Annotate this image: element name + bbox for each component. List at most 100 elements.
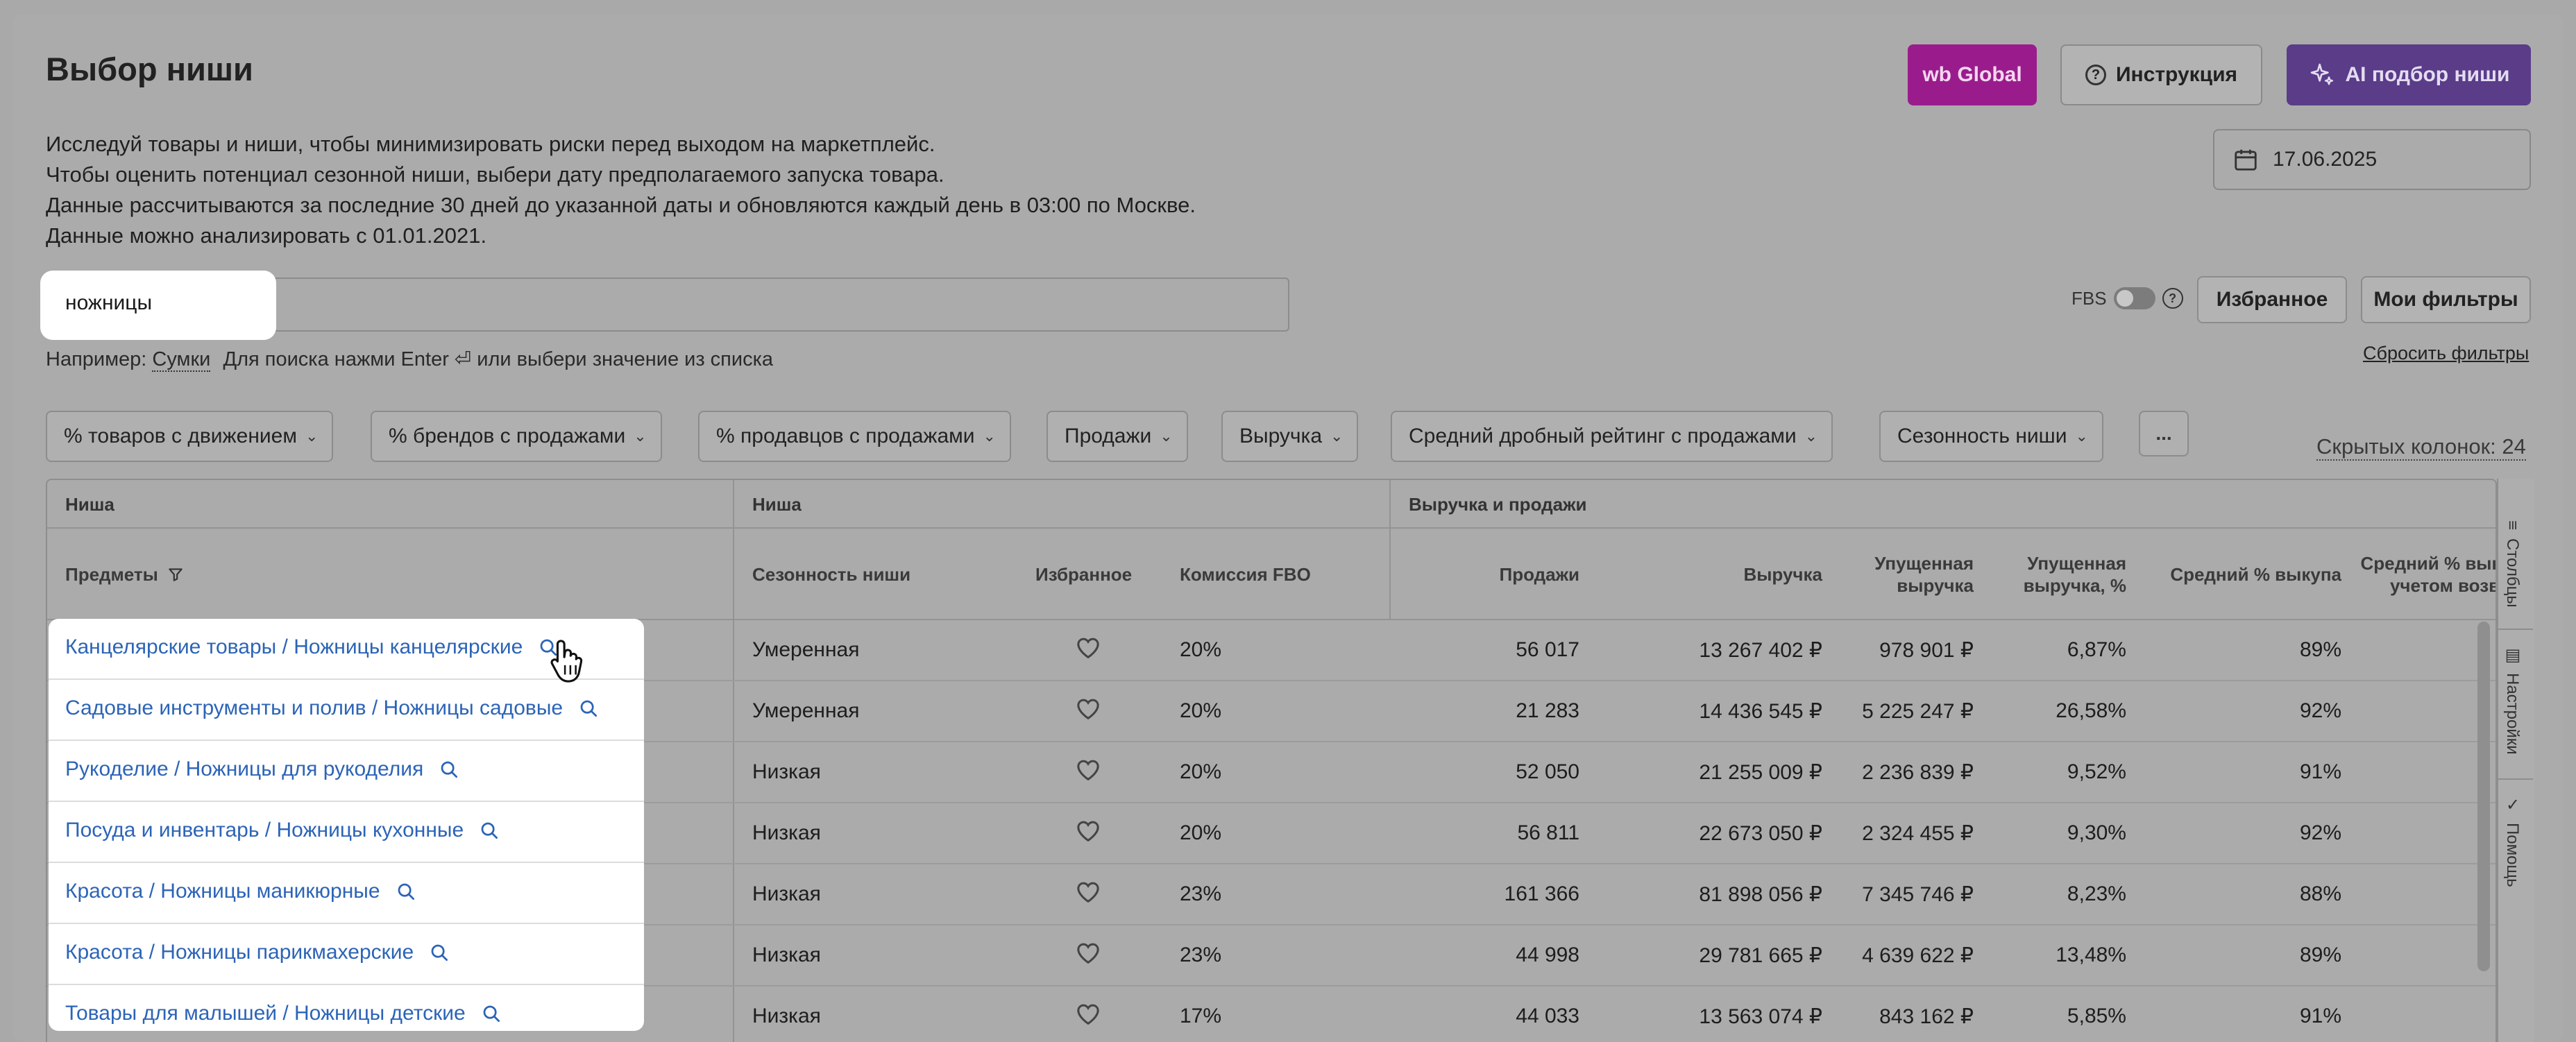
question-icon[interactable]: ? [2162, 288, 2183, 309]
subject-link[interactable]: Красота / Ножницы маникюрные [65, 880, 416, 903]
hidden-columns-link[interactable]: Скрытых колонок: 24 [2316, 434, 2526, 461]
cell-lost-pct: 8,23% [2067, 882, 2126, 905]
heart-icon[interactable] [1074, 817, 1102, 845]
instruction-button[interactable]: ? Инструкция [2060, 44, 2262, 105]
chevron-down-icon: ⌄ [634, 427, 647, 445]
side-tab-label: Столбцы [2503, 538, 2522, 608]
col-avg-buyout[interactable]: Средний % выкупа [2157, 563, 2341, 586]
filter-sales[interactable]: Продажи ⌄ [1046, 411, 1188, 462]
cell-lost-pct: 9,30% [2067, 821, 2126, 844]
filter-label: % продавцов с продажами [716, 425, 975, 447]
more-filters-button[interactable]: ... [2139, 411, 2189, 456]
cell-sales: 21 283 [1516, 699, 1579, 722]
filter-goods-movement[interactable]: % товаров с движением ⌄ [46, 411, 334, 462]
filter-rating[interactable]: Средний дробный рейтинг с продажами ⌄ [1391, 411, 1833, 462]
table-header-row: Предметы Сезонность ниши Избранное Комис… [47, 529, 2496, 620]
fbs-toggle-group: FBS ? [2071, 287, 2183, 309]
col-lost-revenue-line: Упущенная [1874, 553, 1974, 574]
description-line: Исследуй товары и ниши, чтобы минимизиро… [46, 132, 935, 156]
heart-icon[interactable] [1074, 1000, 1102, 1028]
side-tab-columns[interactable]: ≡ Столбцы [2502, 520, 2522, 608]
ai-niche-button[interactable]: AI подбор ниши [2287, 44, 2531, 105]
hand-cursor-icon [550, 640, 583, 683]
col-seasonality[interactable]: Сезонность ниши [752, 563, 910, 586]
col-avg-buyout-returns[interactable]: Средний % выку учетом возвр [2358, 552, 2496, 597]
subject-divider [49, 740, 644, 741]
side-tab-help[interactable]: ✓ Помощь [2502, 795, 2522, 887]
col-lost-revenue[interactable]: Упущенная выручка [1838, 552, 1974, 597]
vertical-scrollbar[interactable] [2477, 622, 2490, 971]
cell-seasonality: Низкая [752, 943, 821, 966]
search-hint: Например: Сумки Для поиска нажми Enter ⏎… [46, 347, 773, 372]
cell-avg-buyout: 89% [2299, 943, 2341, 966]
col-revenue[interactable]: Выручка [1574, 563, 1822, 586]
table-group-row: Ниша Ниша Выручка и продажи [47, 480, 2496, 529]
chevron-down-icon: ⌄ [983, 427, 996, 445]
col-favorite[interactable]: Избранное [1035, 563, 1132, 586]
cell-revenue: 29 781 665 ₽ [1699, 944, 1822, 967]
help-icon: ✓ [2503, 795, 2522, 814]
favorites-button[interactable]: Избранное [2197, 276, 2347, 323]
subject-divider [49, 923, 644, 924]
wb-global-button[interactable]: wb Global [1908, 44, 2037, 105]
subject-divider [49, 801, 644, 802]
search-icon[interactable] [578, 698, 599, 719]
heart-icon[interactable] [1074, 878, 1102, 906]
cell-avg-buyout: 91% [2299, 760, 2341, 783]
date-value: 17.06.2025 [2273, 148, 2378, 171]
heart-icon[interactable] [1074, 939, 1102, 967]
cell-seasonality: Низкая [752, 821, 821, 844]
side-tab-settings[interactable]: ▤ Настройки [2502, 645, 2522, 755]
my-filters-button[interactable]: Мои фильтры [2361, 276, 2531, 323]
subject-label: Красота / Ножницы парикмахерские [65, 941, 414, 964]
cell-commission: 20% [1180, 699, 1222, 722]
cell-avg-buyout: 92% [2299, 821, 2341, 844]
hint-sample-link[interactable]: Сумки [152, 348, 211, 372]
search-value[interactable]: ножницы [40, 271, 276, 340]
subject-label: Канцелярские товары / Ножницы канцелярск… [65, 635, 523, 658]
cell-seasonality: Низкая [752, 1005, 821, 1027]
cell-lost-revenue: 4 639 622 ₽ [1862, 944, 1974, 967]
group-header: Выручка и продажи [1409, 494, 1587, 515]
cell-seasonality: Умеренная [752, 638, 860, 661]
heart-icon[interactable] [1074, 695, 1102, 723]
col-lost-pct[interactable]: Упущенная выручка, % [1990, 552, 2126, 597]
filter-icon[interactable] [167, 565, 185, 583]
filter-sellers-sales[interactable]: % продавцов с продажами ⌄ [698, 411, 1011, 462]
col-sales[interactable]: Продажи [1407, 563, 1580, 586]
side-tabs: ≡ Столбцы ▤ Настройки ✓ Помощь [2497, 479, 2534, 1042]
group-header: Ниша [752, 494, 802, 515]
filter-brands-sales[interactable]: % брендов с продажами ⌄ [371, 411, 662, 462]
search-icon[interactable] [481, 1003, 502, 1024]
search-icon[interactable] [439, 759, 459, 780]
col-commission[interactable]: Комиссия FBO [1180, 563, 1311, 586]
subject-divider [49, 862, 644, 863]
cell-sales: 44 033 [1516, 1005, 1579, 1027]
fbs-toggle[interactable] [2113, 287, 2155, 309]
col-subjects[interactable]: Предметы [65, 563, 185, 586]
subject-label: Товары для малышей / Ножницы детские [65, 1002, 466, 1025]
date-picker[interactable]: 17.06.2025 [2213, 129, 2531, 190]
subject-link[interactable]: Красота / Ножницы парикмахерские [65, 941, 450, 964]
subject-link[interactable]: Товары для малышей / Ножницы детские [65, 1002, 502, 1025]
search-icon[interactable] [479, 820, 500, 841]
subject-link[interactable]: Рукоделие / Ножницы для рукоделия [65, 758, 459, 781]
reset-filters-link[interactable]: Сбросить фильтры [2363, 343, 2529, 364]
filter-revenue[interactable]: Выручка ⌄ [1221, 411, 1359, 462]
heart-icon[interactable] [1074, 756, 1102, 784]
cell-lost-revenue: 7 345 746 ₽ [1862, 883, 1974, 906]
subject-link[interactable]: Посуда и инвентарь / Ножницы кухонные [65, 819, 500, 842]
cell-sales: 44 998 [1516, 943, 1579, 966]
search-icon[interactable] [396, 881, 416, 902]
columns-icon: ≡ [2503, 520, 2522, 531]
side-divider [2498, 629, 2533, 630]
subject-link[interactable]: Канцелярские товары / Ножницы канцелярск… [65, 635, 559, 659]
description: Исследуй товары и ниши, чтобы минимизиро… [46, 129, 1196, 251]
filter-seasonality[interactable]: Сезонность ниши ⌄ [1879, 411, 2103, 462]
fbs-label: FBS [2071, 287, 2107, 309]
search-icon[interactable] [429, 942, 450, 963]
cell-revenue: 13 267 402 ₽ [1699, 639, 1822, 662]
subject-link[interactable]: Садовые инструменты и полив / Ножницы са… [65, 697, 599, 720]
side-tab-label: Помощь [2503, 823, 2522, 887]
heart-icon[interactable] [1074, 634, 1102, 662]
